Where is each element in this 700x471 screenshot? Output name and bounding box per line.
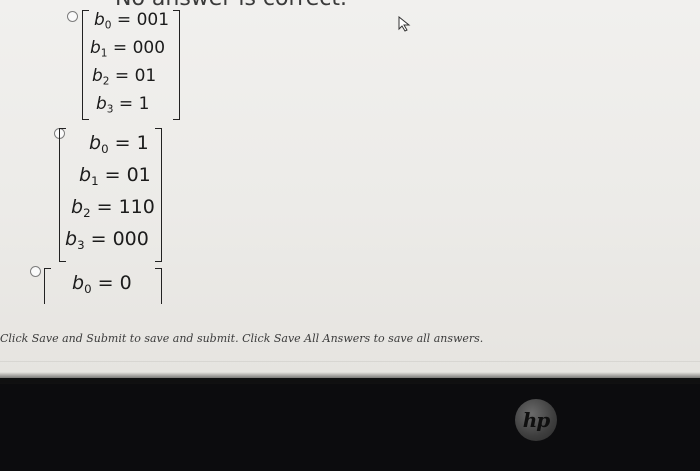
matrix-row: b0 = 001 bbox=[94, 10, 170, 32]
mouse-pointer-icon bbox=[398, 16, 411, 32]
divider bbox=[0, 361, 700, 362]
save-instruction-text: Click Save and Submit to save and submit… bbox=[0, 332, 484, 345]
hp-logo: hp bbox=[515, 399, 557, 441]
option-2-matrix: b0 = 1 b1 = 01 b2 = 110 b3 = 000 bbox=[59, 128, 162, 262]
left-bracket bbox=[82, 10, 89, 120]
matrix-row: b3 = 000 bbox=[65, 228, 149, 253]
option-1-matrix: b0 = 001 b1 = 000 b2 = 01 b3 = 1 bbox=[82, 10, 180, 120]
matrix-row: b2 = 01 bbox=[92, 66, 157, 88]
option-1-radio[interactable] bbox=[67, 11, 78, 22]
quiz-screen: No answer is correct. b0 = 001 b1 = 000 … bbox=[0, 0, 700, 378]
hp-logo-text: hp bbox=[522, 408, 551, 432]
option-3-radio[interactable] bbox=[30, 266, 41, 277]
matrix-row: b1 = 01 bbox=[79, 164, 151, 189]
right-bracket bbox=[155, 128, 162, 262]
left-bracket bbox=[44, 268, 51, 304]
matrix-row: b0 = 1 bbox=[89, 132, 149, 157]
matrix-row: b1 = 000 bbox=[90, 38, 166, 60]
right-bracket bbox=[155, 268, 162, 304]
monitor-bezel-edge bbox=[0, 372, 700, 384]
matrix-row: b3 = 1 bbox=[96, 94, 150, 116]
matrix-row: b2 = 110 bbox=[71, 196, 155, 221]
option-3-matrix: b0 = 0 bbox=[44, 268, 162, 304]
matrix-row: b0 = 0 bbox=[72, 272, 132, 297]
right-bracket bbox=[173, 10, 180, 120]
